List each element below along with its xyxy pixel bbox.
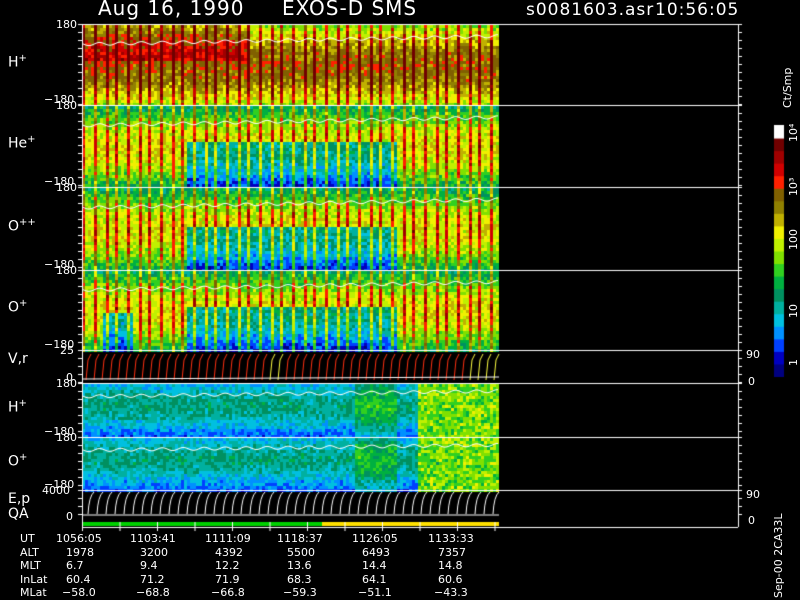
colorbar-tick: 10³ — [787, 177, 800, 196]
orbit-cell: 71.2 — [140, 572, 165, 586]
panel-label-qa: QA — [8, 506, 29, 522]
panel-label: O+ — [8, 451, 28, 470]
y-tick-top: 4000 — [42, 484, 70, 497]
orbit-cell: 1103:41 — [130, 532, 176, 545]
panel-label-sup: + — [19, 298, 28, 309]
orbit-cell: 71.9 — [215, 572, 240, 586]
orbit-cell: 68.3 — [287, 572, 312, 586]
panel-label: H+ — [8, 398, 27, 416]
panel-label: V,r — [8, 351, 28, 367]
panel-label: O+ — [8, 298, 28, 316]
orbit-cell: 7357 — [438, 545, 466, 559]
orbit-row-name: InLat — [20, 572, 48, 586]
orbit-cell: 60.6 — [438, 572, 463, 586]
panel-label-sup: + — [27, 134, 36, 145]
y-tick-top: 180 — [56, 377, 77, 390]
colorbar-unit: Ct/Smp — [781, 67, 794, 108]
colorbar-tick: 10⁴ — [787, 123, 800, 142]
orbit-cell: 14.8 — [438, 559, 463, 572]
panel-label-sup: + — [18, 52, 27, 64]
spectrogram-canvas — [0, 0, 800, 600]
panel-label: O++ — [8, 216, 36, 235]
orbit-cell: 6.7 — [66, 559, 84, 572]
panel-label: E,p — [8, 491, 31, 507]
orbit-cell: 12.2 — [215, 559, 240, 572]
orbit-cell: 3200 — [140, 545, 168, 559]
y-tick-top: 180 — [56, 181, 77, 194]
orbit-row-name: MLat — [20, 586, 47, 599]
orbit-row-name: ALT — [20, 545, 39, 559]
colorbar-tick: 100 — [787, 229, 800, 250]
right-tick-top: 90 — [746, 348, 760, 361]
y-tick-top: 25 — [60, 344, 74, 357]
orbit-cell: −68.8 — [136, 586, 170, 599]
y-tick-top: 180 — [56, 264, 77, 277]
orbit-cell: 5500 — [287, 545, 315, 559]
orbit-cell: 1111:09 — [205, 532, 251, 545]
orbit-cell: −58.0 — [62, 586, 96, 599]
panel-label: He+ — [8, 134, 36, 152]
orbit-cell: 1056:05 — [56, 532, 102, 545]
right-tick-bottom: 0 — [748, 375, 755, 388]
orbit-row-name: UT — [20, 532, 35, 545]
right-tick-top: 90 — [746, 488, 760, 501]
right-tick-bottom: 0 — [748, 514, 755, 527]
y-tick-top: 180 — [56, 431, 77, 444]
orbit-cell: 9.4 — [140, 559, 158, 572]
orbit-cell: 14.4 — [362, 559, 387, 572]
orbit-cell: 1133:33 — [428, 532, 474, 545]
orbit-row-name: MLT — [20, 559, 41, 572]
colorbar-tick: 1 — [787, 359, 800, 366]
side-label: Sep-00 2CA33L — [772, 513, 785, 598]
panel-label: H+ — [8, 52, 27, 71]
y-tick-top: 180 — [56, 99, 77, 112]
plot-time: 10:56:05 — [655, 0, 740, 20]
orbit-cell: 60.4 — [66, 572, 91, 586]
panel-label-sup: ++ — [19, 216, 36, 228]
orbit-cell: 6493 — [362, 545, 390, 559]
orbit-cell: −66.8 — [211, 586, 245, 599]
orbit-cell: −43.3 — [434, 586, 468, 599]
plot-instrument: EXOS-D SMS — [282, 0, 418, 20]
orbit-cell: 1978 — [66, 545, 94, 559]
orbit-cell: 4392 — [215, 545, 243, 559]
panel-label-sup: + — [18, 398, 27, 409]
y-tick-bottom: 0 — [66, 510, 73, 523]
orbit-cell: 64.1 — [362, 572, 387, 586]
orbit-cell: 1126:05 — [352, 532, 398, 545]
plot-file: s0081603.asr — [526, 0, 655, 20]
y-tick-top: 180 — [56, 18, 77, 31]
orbit-cell: −59.3 — [283, 586, 317, 599]
plot-date: Aug 16, 1990 — [98, 0, 245, 20]
orbit-cell: 1118:37 — [277, 532, 323, 545]
orbit-cell: −51.1 — [358, 586, 392, 599]
panel-label-sup: + — [19, 451, 28, 463]
orbit-cell: 13.6 — [287, 559, 312, 572]
colorbar-tick: 10 — [787, 304, 800, 318]
